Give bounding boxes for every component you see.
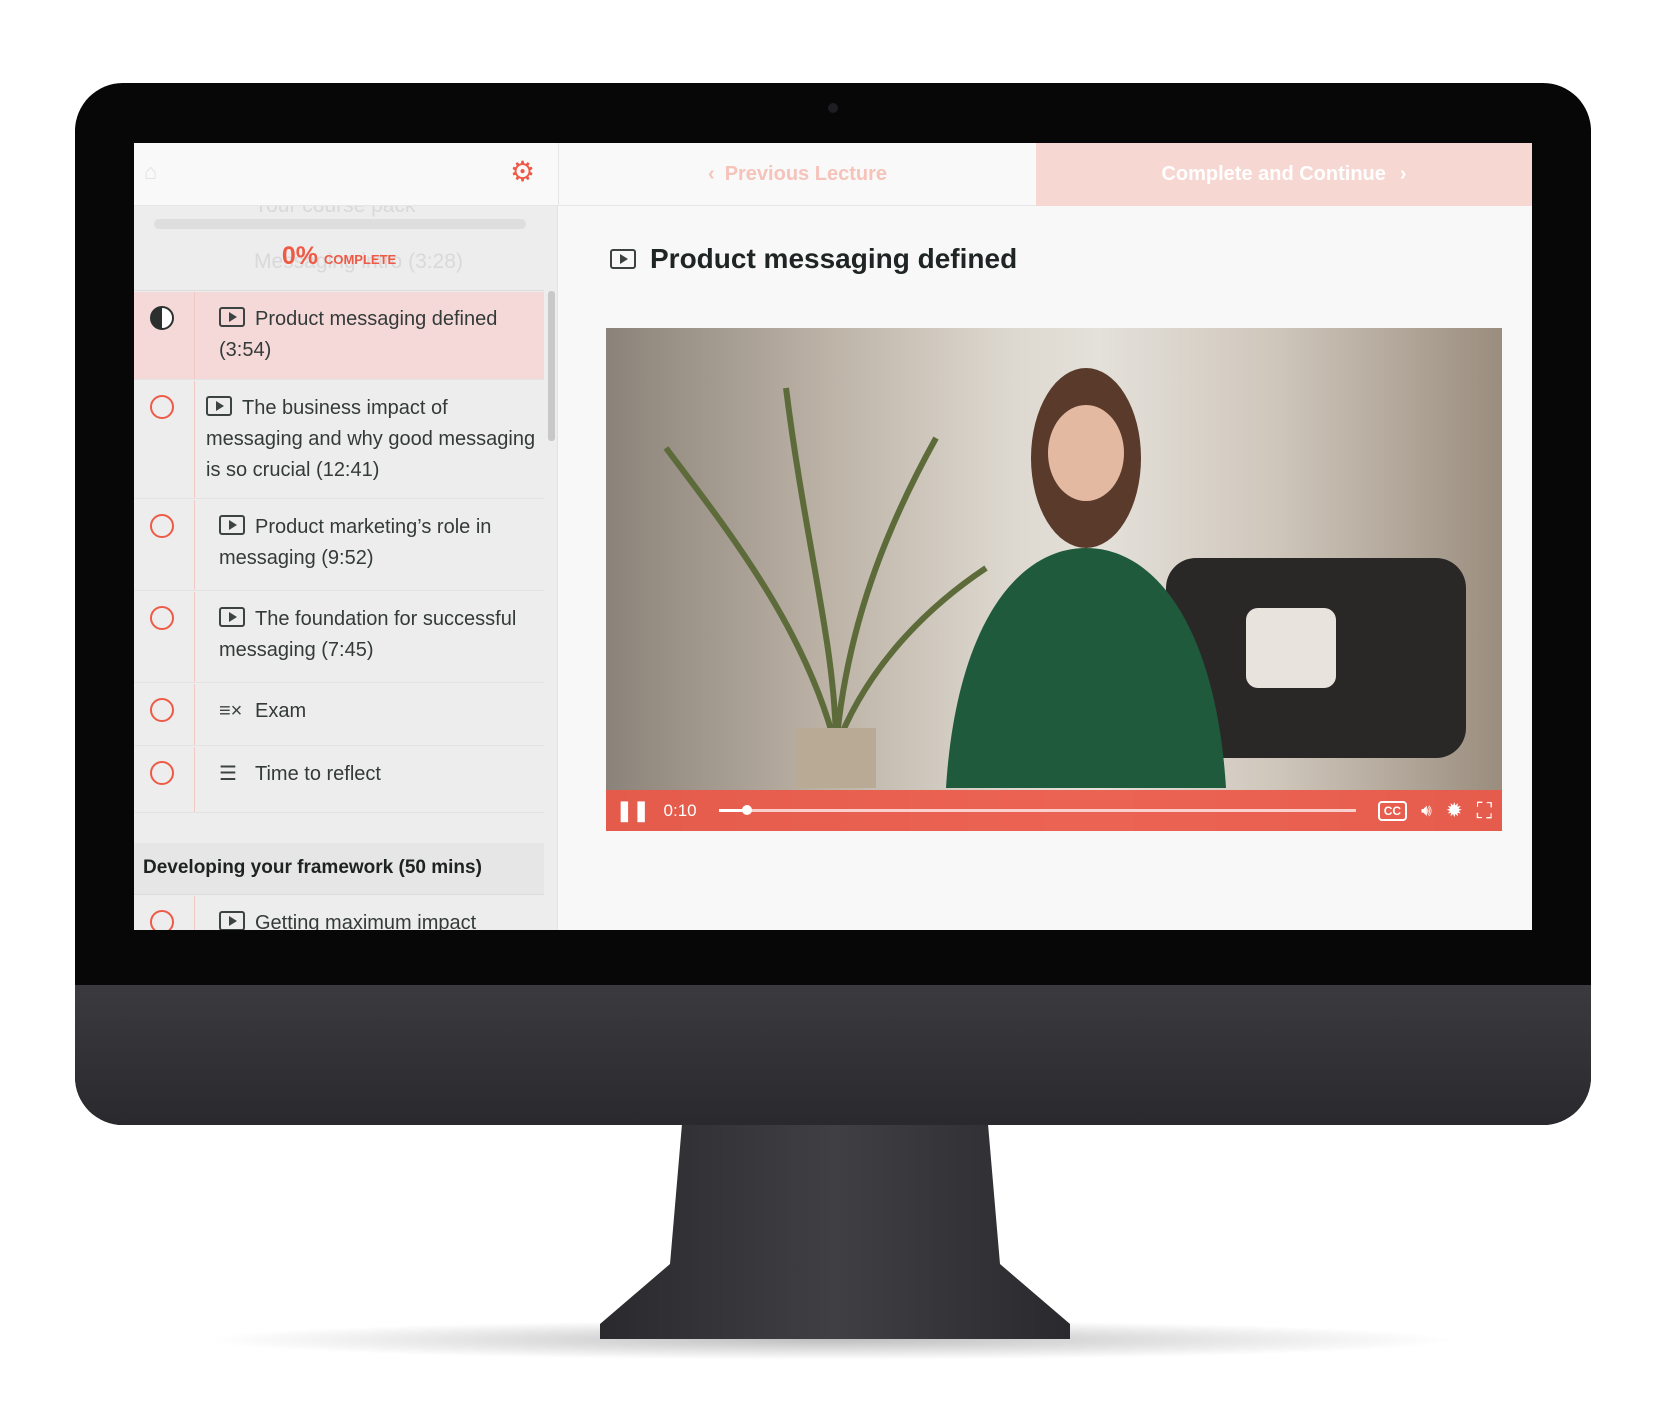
lecture-label: The business impact of messaging and why… [206,397,536,481]
quiz-icon: ≡× [219,700,243,722]
lecture-title-text: Product messaging defined [650,243,1018,274]
rail [194,292,195,379]
video-player[interactable]: ❚❚ 0:10 CC 🔊︎ ✹ ⛶ [606,328,1502,831]
rail [194,896,195,930]
progress-label: 0% COMPLETE [134,242,544,271]
lecture-label: Getting maximum impact [255,912,477,930]
volume-icon[interactable]: 🔊︎ [1421,801,1432,821]
video-icon [610,249,636,269]
gear-icon[interactable]: ⚙ [510,155,535,188]
lecture-item[interactable]: ☰ Time to reflect [134,747,544,813]
divider [134,290,544,291]
rail [194,747,195,812]
complete-label: Complete and Continue [1161,163,1386,185]
incomplete-circle-icon [150,698,174,722]
plant-pot [796,728,876,788]
fullscreen-icon[interactable]: ⛶ [1477,798,1492,824]
video-icon [219,911,245,930]
settings-icon[interactable]: ✹ [1446,798,1463,823]
rail [194,381,195,498]
video-controls: ❚❚ 0:10 CC 🔊︎ ✹ ⛶ [606,790,1502,831]
previous-label: Previous Lecture [724,163,887,185]
in-progress-icon [150,306,174,330]
progress-percent: 0% [281,242,318,270]
video-icon [219,515,245,535]
plant [663,387,988,750]
lecture-label: Product marketing’s role in messaging (9… [219,516,492,569]
screen: Your course pack Messaging intro (3:28) … [134,143,1532,930]
lecture-item[interactable]: The business impact of messaging and why… [134,381,544,499]
rail [194,592,195,682]
complete-and-continue-button[interactable]: Complete and Continue › [1036,143,1532,206]
captions-button[interactable]: CC [1377,800,1408,821]
rail [194,500,195,590]
chevron-right-icon: › [1399,163,1407,185]
lecture-item[interactable]: Product marketing’s role in messaging (9… [134,500,544,591]
video-icon [219,607,245,627]
progress-complete-text: COMPLETE [323,252,397,267]
lecture-label: The foundation for successful messaging … [219,608,517,661]
lecture-item[interactable]: Product messaging defined (3:54) [134,292,544,380]
lecture-title: Product messaging defined [610,243,1017,275]
top-bar: ⌂ ⚙ ‹ Previous Lecture Complete and Conti… [134,143,1532,206]
section-header: Developing your framework (50 mins) [134,843,544,895]
monitor-chin [75,985,1591,1125]
seek-bar[interactable] [718,805,1356,815]
lecture-label: Product messaging defined (3:54) [219,308,498,361]
monitor-stand [600,1124,1070,1339]
lecture-label: Exam [255,700,307,722]
chevron-left-icon: ‹ [708,163,715,185]
pillow [1246,608,1336,688]
lecture-item[interactable]: ≡× Exam [134,684,544,746]
camera [828,103,838,113]
incomplete-circle-icon [150,514,174,538]
rail [194,684,195,745]
lecture-item[interactable]: Getting maximum impact [134,896,544,930]
home-icon[interactable]: ⌂ [144,159,157,185]
faded-item: Your course pack [254,206,416,218]
video-frame [663,368,1466,788]
text-lines-icon: ☰ [219,763,237,785]
incomplete-circle-icon [150,761,174,785]
lecture-item[interactable]: The foundation for successful messaging … [134,592,544,683]
sidebar: Your course pack Messaging intro (3:28) … [134,206,558,930]
seek-handle[interactable] [742,805,753,815]
incomplete-circle-icon [150,910,174,930]
lecture-label: Time to reflect [255,763,381,785]
incomplete-circle-icon [150,395,174,419]
sidebar-scrollbar[interactable] [548,291,555,441]
progress-bar [154,219,526,229]
video-icon [219,307,245,327]
previous-lecture-button[interactable]: ‹ Previous Lecture [558,143,1036,206]
current-time: 0:10 [663,800,697,820]
video-icon [206,396,232,416]
incomplete-circle-icon [150,606,174,630]
face [1048,405,1124,501]
pause-icon[interactable]: ❚❚ [616,798,650,823]
